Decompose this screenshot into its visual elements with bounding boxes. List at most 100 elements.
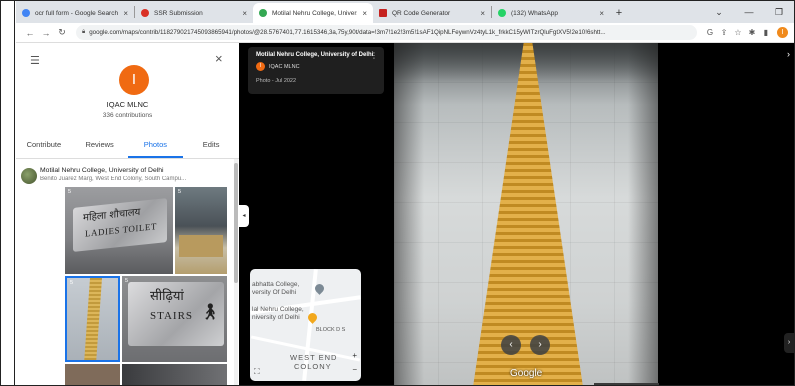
photo-office-desk[interactable]: 5 xyxy=(175,187,227,274)
scrollbar-thumb[interactable] xyxy=(234,163,238,283)
close-viewer-icon[interactable]: › xyxy=(787,49,790,59)
zoom-out-icon[interactable]: − xyxy=(352,365,357,374)
google-icon xyxy=(22,9,30,17)
tab-search-icon[interactable]: ⌄ xyxy=(704,7,734,18)
right-pane: › › xyxy=(659,43,794,385)
tab-strip: ocr full form - Google Search × SSR Subm… xyxy=(16,1,794,23)
place-address: Benito Juarez Marg, West End Colony, Sou… xyxy=(40,176,187,182)
bookmark-star-icon[interactable]: ☆ xyxy=(731,28,745,37)
photo-view-count: 5 xyxy=(70,280,74,286)
next-photo-button[interactable]: › xyxy=(530,335,550,355)
contribution-count[interactable]: 336 contributions xyxy=(16,112,239,119)
expand-icon[interactable]: › xyxy=(784,333,794,353)
desk-shape xyxy=(179,235,223,257)
map-label: BLOCK D S xyxy=(316,327,346,333)
side-panel-icon[interactable]: ▮ xyxy=(759,28,773,37)
close-icon[interactable]: × xyxy=(123,9,128,18)
photo-thumbnail[interactable] xyxy=(65,364,120,385)
close-icon[interactable]: × xyxy=(242,9,247,18)
left-margin xyxy=(1,1,15,385)
photo-viewer: ◂ Motilal Nehru College, University of D… xyxy=(239,43,794,385)
photo-tactile-path-selected[interactable]: 5 xyxy=(65,276,120,362)
minimize-icon[interactable]: — xyxy=(734,7,764,17)
map-label: versity Of Delhi xyxy=(252,289,297,296)
avatar: I xyxy=(256,62,265,71)
close-icon[interactable]: × xyxy=(599,9,604,18)
sign-english-text: STAIRS xyxy=(150,310,194,322)
photo-ladies-toilet[interactable]: 5 महिला शौचालय LADIES TOILET xyxy=(65,187,173,274)
ssr-icon xyxy=(141,9,149,17)
qr-icon xyxy=(379,9,387,17)
card-user-name: IQAC MLNC xyxy=(269,63,300,70)
card-place-name[interactable]: Motilal Nehru College, University of Del… xyxy=(256,52,376,58)
photo-view-count: 5 xyxy=(68,189,72,195)
forward-icon[interactable]: → xyxy=(38,28,54,38)
sign-english-text: LADIES TOILET xyxy=(85,221,157,239)
menu-icon[interactable]: ☰ xyxy=(30,54,40,67)
avatar[interactable]: I xyxy=(119,65,149,95)
new-tab-button[interactable]: + xyxy=(610,3,628,23)
photo-info-card: Motilal Nehru College, University of Del… xyxy=(248,47,384,94)
photo-shadow xyxy=(394,43,424,385)
lock-icon: 🔒︎ xyxy=(82,29,86,35)
reload-icon[interactable]: ↻ xyxy=(54,27,70,38)
more-options-icon[interactable]: ⋮ xyxy=(370,51,378,60)
map-label: COLONY xyxy=(294,362,332,371)
card-user[interactable]: I IQAC MLNC xyxy=(256,62,376,71)
google-lens-icon[interactable]: G xyxy=(703,28,717,37)
tab-label: Motilal Nehru College, Universit xyxy=(272,9,358,17)
back-icon[interactable]: ← xyxy=(22,28,38,38)
sign-hindi-text: महिला शौचालय xyxy=(83,206,141,224)
collapse-panel-button[interactable]: ◂ xyxy=(239,205,249,227)
panel-scrollbar[interactable] xyxy=(234,159,238,385)
tab-reviews[interactable]: Reviews xyxy=(72,133,128,158)
fullscreen-icon[interactable]: ⛶ xyxy=(254,367,260,377)
tab-google-search[interactable]: ocr full form - Google Search × xyxy=(16,3,134,23)
close-icon[interactable]: × xyxy=(480,9,485,18)
close-icon[interactable]: × xyxy=(362,9,367,18)
map-label: lal Nehru College, xyxy=(252,306,304,313)
profile-avatar[interactable]: I xyxy=(777,27,788,38)
mini-map[interactable]: abhatta College, versity Of Delhi lal Ne… xyxy=(250,269,361,381)
tab-whatsapp[interactable]: (132) WhatsApp × xyxy=(492,3,610,23)
card-photo-date: Photo - Jul 2022 xyxy=(256,78,297,84)
url-text: google.com/maps/contrib/1182790217450938… xyxy=(89,29,606,36)
tab-label: ocr full form - Google Search xyxy=(35,9,119,17)
tab-photos[interactable]: Photos xyxy=(127,133,184,158)
previous-photo-button[interactable]: ‹ xyxy=(501,335,521,355)
place-header[interactable]: Motilal Nehru College, University of Del… xyxy=(21,167,235,184)
tab-ssr-submission[interactable]: SSR Submission × xyxy=(135,3,253,23)
close-icon[interactable]: × xyxy=(215,51,223,66)
tab-qr-code[interactable]: QR Code Generator × xyxy=(373,3,491,23)
map-label: abhatta College, xyxy=(252,281,300,288)
sign-plate: सीढ़ियां STAIRS 🚶︎ xyxy=(128,282,224,346)
tab-contribute[interactable]: Contribute xyxy=(16,133,72,158)
google-logo: Google xyxy=(510,368,543,379)
map-label: WEST END xyxy=(290,353,338,362)
share-icon[interactable]: ⇪ xyxy=(717,28,731,37)
address-bar[interactable]: 🔒︎ google.com/maps/contrib/1182790217450… xyxy=(76,25,697,40)
panel-tabs: Contribute Reviews Photos Edits xyxy=(16,133,239,159)
tab-motilal-nehru[interactable]: Motilal Nehru College, Universit × xyxy=(253,3,373,23)
photo-shadow xyxy=(628,43,658,385)
sign-hindi-text: सीढ़ियां xyxy=(150,289,184,304)
tab-label: SSR Submission xyxy=(154,9,203,17)
map-label: niversity of Delhi xyxy=(252,314,300,321)
contributor-panel: ☰ × I IQAC MLNC 336 contributions Contri… xyxy=(16,43,239,385)
maximize-icon[interactable]: ❐ xyxy=(764,7,794,18)
stairs-figure-icon: 🚶︎ xyxy=(200,304,221,321)
main-photo[interactable] xyxy=(394,43,658,385)
tab-edits[interactable]: Edits xyxy=(183,133,239,158)
photo-view-count: 5 xyxy=(178,189,182,195)
extensions-icon[interactable]: ✱ xyxy=(745,28,759,37)
photo-thumbnail[interactable] xyxy=(122,364,227,385)
maps-pin-icon xyxy=(259,9,267,17)
tab-label: (132) WhatsApp xyxy=(511,9,558,17)
contributor-name: IQAC MLNC xyxy=(106,100,149,109)
browser-toolbar: ← → ↻ 🔒︎ google.com/maps/contrib/1182790… xyxy=(16,23,794,43)
screenshot-frame: ocr full form - Google Search × SSR Subm… xyxy=(0,0,795,386)
photo-stairs-sign[interactable]: 5 सीढ़ियां STAIRS 🚶︎ xyxy=(122,276,227,362)
place-thumbnail xyxy=(21,168,37,184)
place-name: Motilal Nehru College, University of Del… xyxy=(40,167,164,174)
zoom-in-icon[interactable]: + xyxy=(352,351,357,360)
